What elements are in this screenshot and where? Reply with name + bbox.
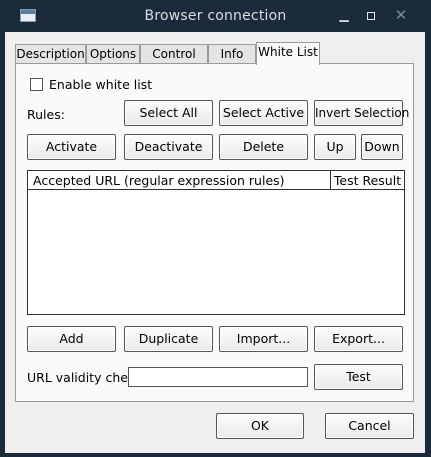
select-all-button[interactable]: Select All xyxy=(124,100,213,126)
add-button[interactable]: Add xyxy=(27,326,116,352)
test-button[interactable]: Test xyxy=(314,364,403,390)
dialog-body: Description Options Control Bar Info Bar… xyxy=(5,32,425,453)
duplicate-button[interactable]: Duplicate xyxy=(124,326,213,352)
select-active-button[interactable]: Select Active xyxy=(219,100,308,126)
import-button[interactable]: Import... xyxy=(219,326,308,352)
enable-white-list-label: Enable white list xyxy=(49,77,153,92)
title-bar: Browser connection ▁ ✕ xyxy=(0,0,431,32)
tab-options[interactable]: Options xyxy=(86,44,140,63)
invert-selection-button[interactable]: Invert Selection xyxy=(314,100,409,126)
column-header-test-result[interactable]: Test Result xyxy=(331,171,404,190)
tab-control-bar[interactable]: Control Bar xyxy=(140,44,208,80)
white-list-panel: Enable white list Rules: Select All Sele… xyxy=(15,63,414,402)
down-button[interactable]: Down xyxy=(361,134,403,160)
export-button[interactable]: Export... xyxy=(314,326,403,352)
cancel-button[interactable]: Cancel xyxy=(325,413,414,439)
column-header-accepted-url[interactable]: Accepted URL (regular expression rules) xyxy=(28,171,331,190)
activate-button[interactable]: Activate xyxy=(27,134,116,160)
tab-info-bar[interactable]: Info Bar xyxy=(208,44,256,80)
url-validity-check-label: URL validity check xyxy=(27,370,143,385)
delete-button[interactable]: Delete xyxy=(219,134,308,160)
deactivate-button[interactable]: Deactivate xyxy=(124,134,213,160)
enable-white-list-checkbox[interactable] xyxy=(30,78,43,91)
up-button[interactable]: Up xyxy=(314,134,356,160)
minimize-icon[interactable]: ▁ xyxy=(335,6,353,24)
tab-description[interactable]: Description xyxy=(15,44,86,63)
url-rules-table[interactable]: Accepted URL (regular expression rules) … xyxy=(27,170,405,315)
ok-button[interactable]: OK xyxy=(216,413,304,439)
url-validity-input[interactable] xyxy=(128,367,308,387)
close-icon[interactable]: ✕ xyxy=(392,6,410,24)
tab-white-list[interactable]: White List xyxy=(256,42,320,65)
maximize-icon[interactable] xyxy=(362,6,380,24)
rules-label: Rules: xyxy=(27,107,65,122)
